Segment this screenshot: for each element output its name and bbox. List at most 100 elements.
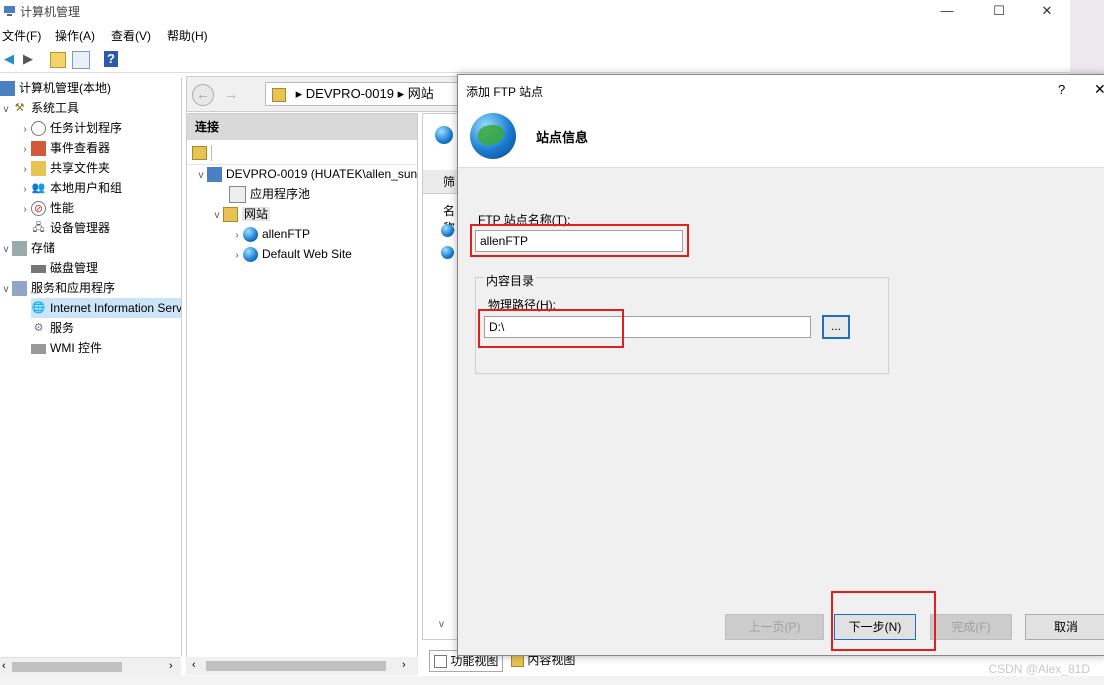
computer-icon: [0, 81, 15, 97]
chevron-down-icon[interactable]: v: [195, 166, 207, 186]
tree-item-event-viewer[interactable]: › 事件查看器: [19, 138, 110, 158]
tree-item-services-apps[interactable]: v 服务和应用程序: [0, 278, 115, 298]
tree-label: 存储: [31, 241, 56, 255]
site-folder-icon: [272, 87, 286, 102]
show-hide-tree-icon[interactable]: [72, 51, 90, 69]
storage-icon: [12, 241, 27, 257]
menu-bar: 文件(F) 操作(A) 查看(V) 帮助(H): [0, 24, 1070, 44]
conn-site-default[interactable]: › Default Web Site: [231, 244, 352, 264]
tree-item-shared-folders[interactable]: › 共享文件夹: [19, 158, 110, 178]
clock-icon: [31, 121, 46, 137]
maximize-button[interactable]: ☐: [976, 0, 1022, 22]
menu-view[interactable]: 查看(V): [111, 27, 151, 44]
globe-icon: [441, 246, 454, 259]
scroll-thumb[interactable]: [206, 661, 386, 671]
app-pool-icon: [229, 186, 246, 204]
conn-site-allenftp[interactable]: › allenFTP: [231, 224, 310, 244]
site-label: allenFTP: [262, 227, 311, 241]
tree-label: 设备管理器: [50, 221, 111, 235]
wmi-icon: [31, 343, 46, 354]
dialog-title: 添加 FTP 站点: [466, 85, 544, 99]
tree-item-system-tools[interactable]: v ⚒ 系统工具: [0, 98, 80, 120]
tree-item-services[interactable]: ⚙ 服务: [31, 318, 74, 338]
tree-item-storage[interactable]: v 存储: [0, 238, 55, 258]
globe-icon: [435, 126, 453, 144]
chevron-right-icon[interactable]: ›: [19, 180, 31, 200]
chevron-right-icon[interactable]: ›: [19, 120, 31, 140]
tree-item-iis[interactable]: 🌐 Internet Information Services (IIS)管理器: [31, 298, 181, 318]
folder-up-icon[interactable]: [50, 52, 66, 68]
tree-item-task-scheduler[interactable]: › 任务计划程序: [19, 118, 122, 138]
globe-icon: [243, 227, 258, 243]
menu-help[interactable]: 帮助(H): [167, 27, 208, 44]
scroll-down-icon[interactable]: v: [439, 619, 444, 630]
scroll-left-icon[interactable]: ‹: [192, 659, 196, 671]
chevron-right-icon[interactable]: ›: [231, 246, 243, 266]
menu-action[interactable]: 操作(A): [55, 27, 95, 44]
back-arrow-icon[interactable]: ◀: [0, 50, 18, 68]
tree-label: 服务和应用程序: [31, 281, 116, 295]
tree-label: 计算机管理(本地): [19, 81, 111, 95]
chevron-down-icon[interactable]: v: [0, 100, 12, 120]
highlight-box-site-name: [470, 224, 689, 257]
chevron-down-icon[interactable]: v: [0, 240, 12, 260]
dialog-close-button[interactable]: ✕: [1094, 81, 1104, 98]
services-apps-icon: [12, 281, 27, 297]
tree-item-performance[interactable]: › ⊘ 性能: [19, 198, 74, 218]
chevron-right-icon[interactable]: ›: [231, 226, 243, 246]
nav-forward-icon[interactable]: →: [221, 84, 241, 104]
chevron-right-icon[interactable]: ›: [19, 200, 31, 220]
connections-toolbar: [187, 142, 417, 165]
tools-icon: ⚒: [14, 102, 25, 115]
close-window-button[interactable]: ✕: [1024, 0, 1070, 22]
address-separator: ▸: [295, 86, 303, 101]
content-view-icon: [511, 654, 524, 668]
cancel-button[interactable]: 取消: [1025, 614, 1104, 640]
dialog-heading: 站点信息: [536, 130, 589, 145]
connections-horizontal-scrollbar[interactable]: ‹ ›: [186, 657, 418, 675]
tab-label: 功能视图: [450, 654, 499, 668]
minimize-button[interactable]: —: [924, 0, 970, 22]
tree-item-root[interactable]: 计算机管理(本地): [0, 78, 111, 98]
conn-sites-node[interactable]: v 网站: [211, 204, 271, 226]
tree-label: 性能: [50, 201, 75, 215]
chevron-right-icon[interactable]: ›: [19, 160, 31, 180]
tree-label: 共享文件夹: [50, 161, 111, 175]
chevron-down-icon[interactable]: v: [211, 206, 223, 226]
nav-back-icon[interactable]: ←: [192, 84, 214, 106]
address-node[interactable]: 网站: [408, 86, 434, 101]
chevron-down-icon[interactable]: v: [0, 280, 12, 300]
address-path[interactable]: ▸ DEVPRO-0019 ▸ 网站: [265, 82, 471, 106]
conn-app-pools[interactable]: 应用程序池: [229, 184, 310, 204]
tree-label: Internet Information Services (IIS)管理器: [50, 301, 182, 315]
previous-button[interactable]: 上一页(P): [725, 614, 824, 640]
connections-pane: 连接 v DEVPRO-0019 (HUATEK\allen_sun) 应用程序池…: [186, 113, 418, 658]
tree-label: 事件查看器: [50, 141, 111, 155]
add-ftp-site-dialog: 添加 FTP 站点 ? ✕ 站点信息 FTP 站点名称(T): 内容目录 物理路…: [457, 74, 1104, 656]
scroll-thumb[interactable]: [12, 662, 122, 672]
dialog-help-button[interactable]: ?: [1058, 82, 1065, 97]
chevron-right-icon[interactable]: ›: [19, 140, 31, 160]
features-view-icon: [434, 655, 447, 669]
left-horizontal-scrollbar[interactable]: ‹ ›: [0, 657, 181, 676]
content-group-label: 内容目录: [484, 272, 537, 289]
tree-item-device-manager[interactable]: 🖧 设备管理器: [31, 218, 110, 238]
connect-icon[interactable]: [192, 146, 207, 160]
browse-button[interactable]: ...: [822, 315, 850, 339]
tree-item-wmi[interactable]: WMI 控件: [31, 338, 102, 358]
scroll-right-icon[interactable]: ›: [402, 659, 406, 671]
watermark-text: CSDN @Alex_81D: [988, 662, 1090, 676]
forward-arrow-icon[interactable]: ▶: [19, 50, 37, 68]
menu-file[interactable]: 文件(F): [2, 27, 41, 44]
shared-folder-icon: [31, 161, 46, 177]
tree-item-local-users[interactable]: › 👥 本地用户和组: [19, 178, 122, 198]
scroll-right-icon[interactable]: ›: [169, 660, 173, 672]
iis-icon: 🌐: [31, 302, 46, 315]
help-icon[interactable]: ?: [104, 51, 118, 67]
window-title: 计算机管理: [20, 5, 81, 19]
address-host[interactable]: DEVPRO-0019: [306, 86, 394, 101]
scroll-left-icon[interactable]: ‹: [2, 660, 6, 672]
conn-server-node[interactable]: v DEVPRO-0019 (HUATEK\allen_sun): [195, 164, 417, 186]
tree-item-disk-management[interactable]: 磁盘管理: [31, 258, 98, 278]
finish-button[interactable]: 完成(F): [930, 614, 1012, 640]
